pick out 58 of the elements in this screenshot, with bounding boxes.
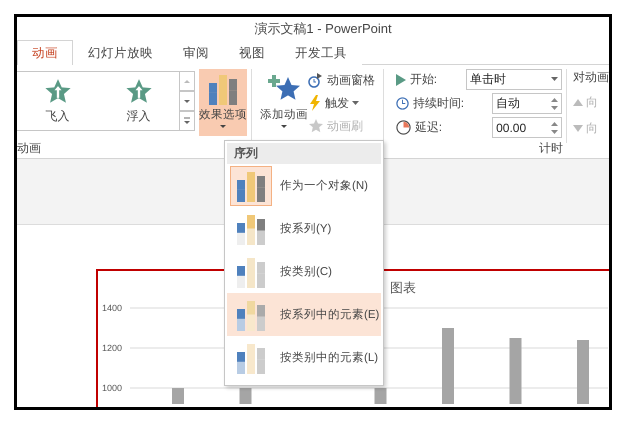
- animation-option[interactable]: 浮入: [126, 108, 150, 124]
- menu-item[interactable]: 按系列中的元素(E): [227, 293, 381, 336]
- axis-label: 1200: [102, 343, 122, 353]
- delay-spinner[interactable]: 00.00: [492, 117, 562, 138]
- bar-chart-icon: [235, 256, 267, 288]
- caret-icon: [219, 124, 228, 130]
- caret-icon: [551, 77, 558, 82]
- bar-chart-icon: [235, 298, 267, 330]
- delay-label: 延迟:: [396, 119, 464, 136]
- axis-label: 1000: [102, 383, 122, 393]
- up-arrow-icon: [183, 77, 192, 85]
- ribbon-button[interactable]: 触发: [308, 93, 379, 113]
- axis-label: 1400: [102, 303, 122, 313]
- effect-options-button[interactable]: 效果选项: [199, 69, 248, 136]
- clock-icon: [396, 97, 409, 110]
- ribbon-tab[interactable]: 动画: [17, 40, 73, 65]
- chart-bar: [172, 388, 184, 404]
- play-icon: [396, 74, 406, 86]
- start-dropdown[interactable]: 单击时: [466, 69, 562, 90]
- lightning-icon: [308, 95, 322, 111]
- more-button[interactable]: [180, 111, 196, 131]
- menu-item[interactable]: 按类别(C): [227, 250, 381, 293]
- clock-arrow-icon: [308, 72, 324, 88]
- start-label: 开始:: [396, 71, 464, 88]
- window-title: 演示文稿1 - PowerPoint: [254, 20, 392, 38]
- duration-label: 持续时间:: [396, 95, 464, 112]
- down-triangle-icon: [572, 124, 583, 132]
- chart-title: 图表: [389, 279, 417, 297]
- reorder-label: 对动画: [572, 69, 609, 86]
- group-label: 动画: [17, 140, 41, 157]
- duration-spinner[interactable]: 自动: [492, 93, 562, 114]
- scroll-down-button[interactable]: [180, 91, 196, 111]
- star-arrow-icon: [124, 78, 152, 106]
- animation-option[interactable]: 飞入: [46, 108, 70, 124]
- add-animation-button[interactable]: 添加动画: [260, 69, 308, 136]
- bar-chart-icon: [235, 212, 267, 244]
- up-triangle-icon: [572, 98, 583, 106]
- menu-header: 序列: [227, 143, 381, 164]
- bar-chart-icon: [235, 342, 267, 374]
- ribbon-button[interactable]: 动画窗格: [308, 70, 379, 90]
- menu-item[interactable]: 按类别中的元素(L): [227, 336, 381, 379]
- chart-bar: [577, 340, 589, 404]
- caret-icon: [280, 124, 288, 130]
- star-arrow-icon: [44, 78, 72, 106]
- bar-chart-icon: [207, 73, 240, 105]
- menu-item[interactable]: 作为一个对象(N): [227, 164, 381, 207]
- spin-arrows-icon: [551, 96, 558, 110]
- bar-chart-icon: [235, 170, 267, 202]
- expand-icon: [183, 117, 192, 125]
- spin-arrows-icon: [551, 120, 558, 134]
- chart-bar: [374, 388, 386, 404]
- chart-bar: [240, 388, 252, 404]
- star-brush-icon: [308, 118, 324, 134]
- menu-item[interactable]: 按系列(Y): [227, 207, 381, 250]
- chart-bar: [510, 338, 522, 404]
- down-arrow-icon: [183, 97, 192, 105]
- timer-icon: [396, 120, 411, 135]
- group-label: 计时: [539, 140, 563, 157]
